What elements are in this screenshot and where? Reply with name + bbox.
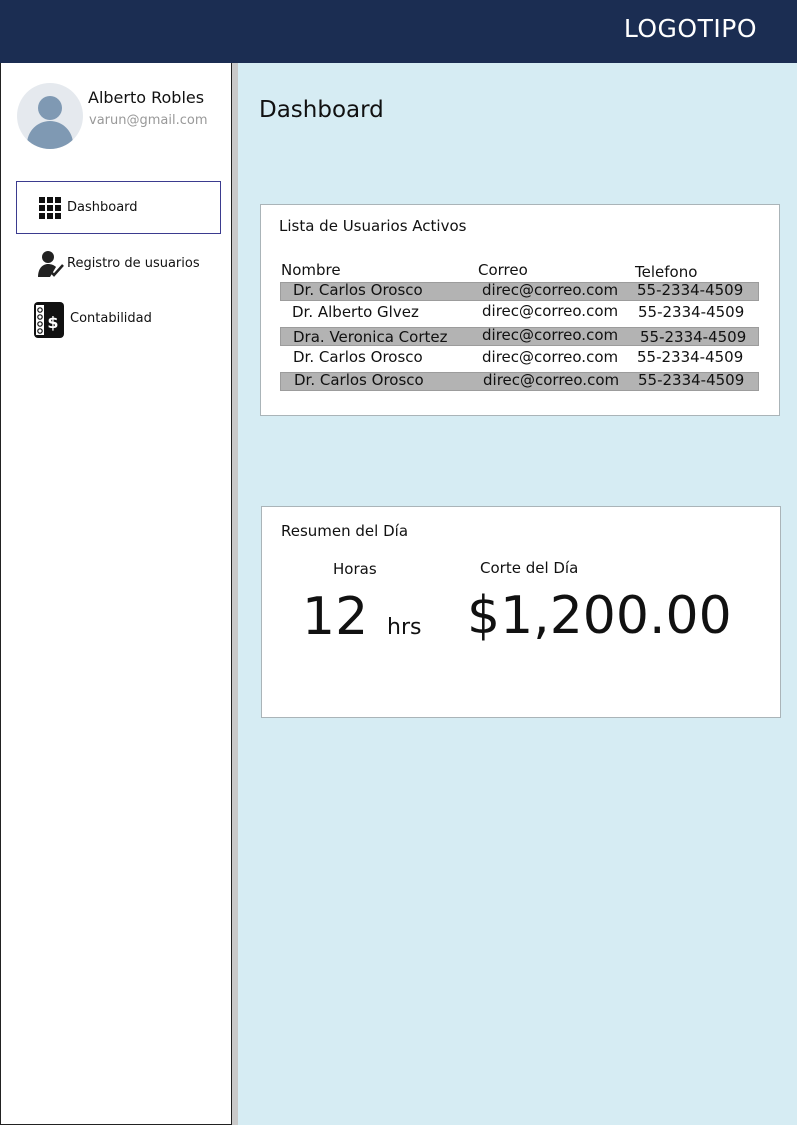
cut-value: $1,200.00: [467, 586, 732, 646]
cell-correo: direc@correo.com: [483, 371, 620, 389]
daily-summary-card: Resumen del Día Horas 12 hrs Corte del D…: [261, 506, 781, 718]
cell-correo: direc@correo.com: [482, 281, 619, 299]
cell-nombre: Dr. Carlos Orosco: [293, 348, 423, 366]
sidebar-item-registro-usuarios[interactable]: Registro de usuarios: [16, 237, 221, 290]
cut-label: Corte del Día: [480, 559, 579, 577]
table-row[interactable]: Dra. Veronica Cortez direc@correo.com 55…: [280, 326, 759, 346]
cell-correo: direc@correo.com: [482, 348, 619, 366]
cell-correo: direc@correo.com: [482, 302, 619, 320]
sidebar-item-label: Dashboard: [67, 200, 138, 215]
cell-telefono: 55-2334-4509: [640, 328, 747, 346]
cell-telefono: 55-2334-4509: [638, 371, 745, 389]
main-content: Dashboard Lista de Usuarios Activos Nomb…: [238, 63, 797, 1125]
sidebar-item-dashboard[interactable]: Dashboard: [16, 181, 221, 234]
active-users-card: Lista de Usuarios Activos Nombre Correo …: [260, 204, 780, 416]
sidebar: Alberto Robles varun@gmail.com Dashboard…: [0, 63, 232, 1125]
logo: LOGOTIPO: [623, 14, 757, 43]
card-title: Lista de Usuarios Activos: [279, 217, 467, 235]
hours-label: Horas: [333, 560, 377, 578]
cell-nombre: Dr. Carlos Orosco: [293, 281, 423, 299]
user-check-icon: [36, 249, 66, 283]
accounting-book-icon: $: [32, 300, 66, 344]
user-name: Alberto Robles: [88, 88, 205, 107]
avatar-head-shape: [38, 96, 62, 120]
svg-text:$: $: [47, 313, 58, 332]
sidebar-item-label: Contabilidad: [70, 311, 152, 326]
column-header-telefono: Telefono: [635, 263, 698, 281]
sidebar-item-label: Registro de usuarios: [67, 256, 200, 271]
table-row[interactable]: Dr. Alberto Glvez direc@correo.com 55-23…: [280, 302, 759, 324]
cell-telefono: 55-2334-4509: [637, 281, 744, 299]
top-header: LOGOTIPO: [0, 0, 797, 63]
avatar: [17, 83, 83, 149]
page-title: Dashboard: [259, 97, 384, 123]
table-row[interactable]: Dr. Carlos Orosco direc@correo.com 55-23…: [280, 281, 759, 301]
table-row[interactable]: Dr. Carlos Orosco direc@correo.com 55-23…: [280, 371, 759, 391]
cell-correo: direc@correo.com: [482, 326, 619, 344]
card-title: Resumen del Día: [281, 522, 409, 540]
hours-value: 12: [302, 587, 369, 647]
cell-telefono: 55-2334-4509: [638, 303, 745, 321]
cell-nombre: Dra. Veronica Cortez: [293, 328, 448, 346]
sidebar-item-contabilidad[interactable]: $ Contabilidad: [16, 292, 221, 345]
avatar-body-shape: [27, 121, 73, 149]
grid-icon: [39, 197, 61, 223]
cell-nombre: Dr. Carlos Orosco: [294, 371, 424, 389]
user-email: varun@gmail.com: [89, 113, 208, 128]
cell-nombre: Dr. Alberto Glvez: [292, 303, 419, 321]
cell-telefono: 55-2334-4509: [637, 348, 744, 366]
column-header-nombre: Nombre: [281, 261, 341, 279]
hours-unit: hrs: [387, 615, 422, 640]
table-row[interactable]: Dr. Carlos Orosco direc@correo.com 55-23…: [280, 348, 759, 369]
column-header-correo: Correo: [478, 261, 528, 279]
